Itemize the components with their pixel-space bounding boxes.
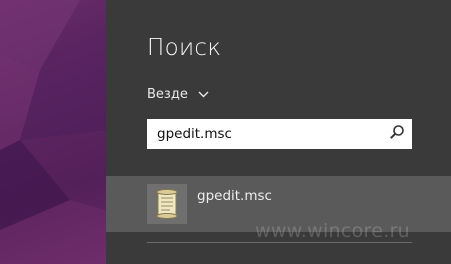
search-input[interactable] [149, 121, 382, 147]
start-background [0, 0, 106, 264]
charm-title: Поиск [147, 35, 222, 61]
background-shards [0, 0, 106, 264]
scroll-icon [147, 184, 187, 224]
search-scope-label: Везде [147, 87, 188, 102]
search-scope-dropdown[interactable]: Везде [147, 87, 209, 102]
search-box [147, 119, 412, 149]
search-icon [389, 124, 405, 144]
search-result-label: gpedit.msc [197, 188, 272, 204]
watermark: www.wincore.ru [255, 220, 411, 242]
screen: Поиск Везде gpedit.msc gpedit.msc www.wi… [0, 0, 451, 264]
results-divider [147, 242, 412, 243]
chevron-down-icon [198, 87, 209, 102]
search-button[interactable] [382, 121, 410, 147]
